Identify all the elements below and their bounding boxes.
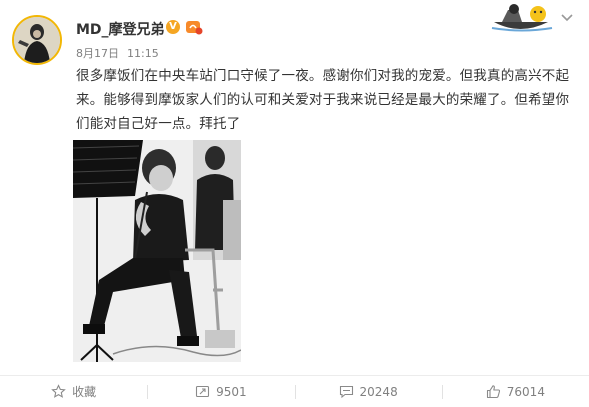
username[interactable]: MD_摩登兄弟	[76, 19, 165, 39]
star-icon	[51, 384, 66, 398]
comment-icon	[339, 385, 353, 399]
chevron-down-icon[interactable]	[559, 12, 575, 24]
post-photo[interactable]	[73, 140, 241, 362]
thumbs-up-icon	[486, 385, 500, 399]
weibo-post: MD_摩登兄弟 V 8月17日 11:15 很多摩饭们在中央车站门口守候了一夜。感…	[0, 0, 589, 407]
post-date[interactable]: 8月17日	[76, 47, 119, 60]
action-bar: 收藏 9501 20248 76014	[0, 375, 589, 407]
comment-count: 20248	[359, 384, 398, 399]
favorite-label: 收藏	[72, 385, 97, 399]
post-meta: 8月17日 11:15	[76, 45, 159, 61]
post-time[interactable]: 11:15	[127, 47, 159, 60]
like-count: 76014	[506, 384, 545, 399]
post-text: 很多摩饭们在中央车站门口守候了一夜。感谢你们对我的宠爱。但我真的高兴不起来。能够…	[76, 68, 570, 132]
repost-count: 9501	[216, 384, 247, 399]
verified-v-icon: V	[166, 20, 180, 34]
repost-icon	[196, 385, 210, 398]
boat-sticker-icon	[491, 4, 553, 32]
repost-button[interactable]: 9501	[147, 376, 294, 407]
user-avatar[interactable]	[12, 15, 62, 65]
comment-button[interactable]: 20248	[294, 376, 442, 407]
favorite-button[interactable]: 收藏	[0, 376, 147, 407]
member-badge-icon	[186, 21, 203, 35]
like-button[interactable]: 76014	[441, 376, 589, 407]
